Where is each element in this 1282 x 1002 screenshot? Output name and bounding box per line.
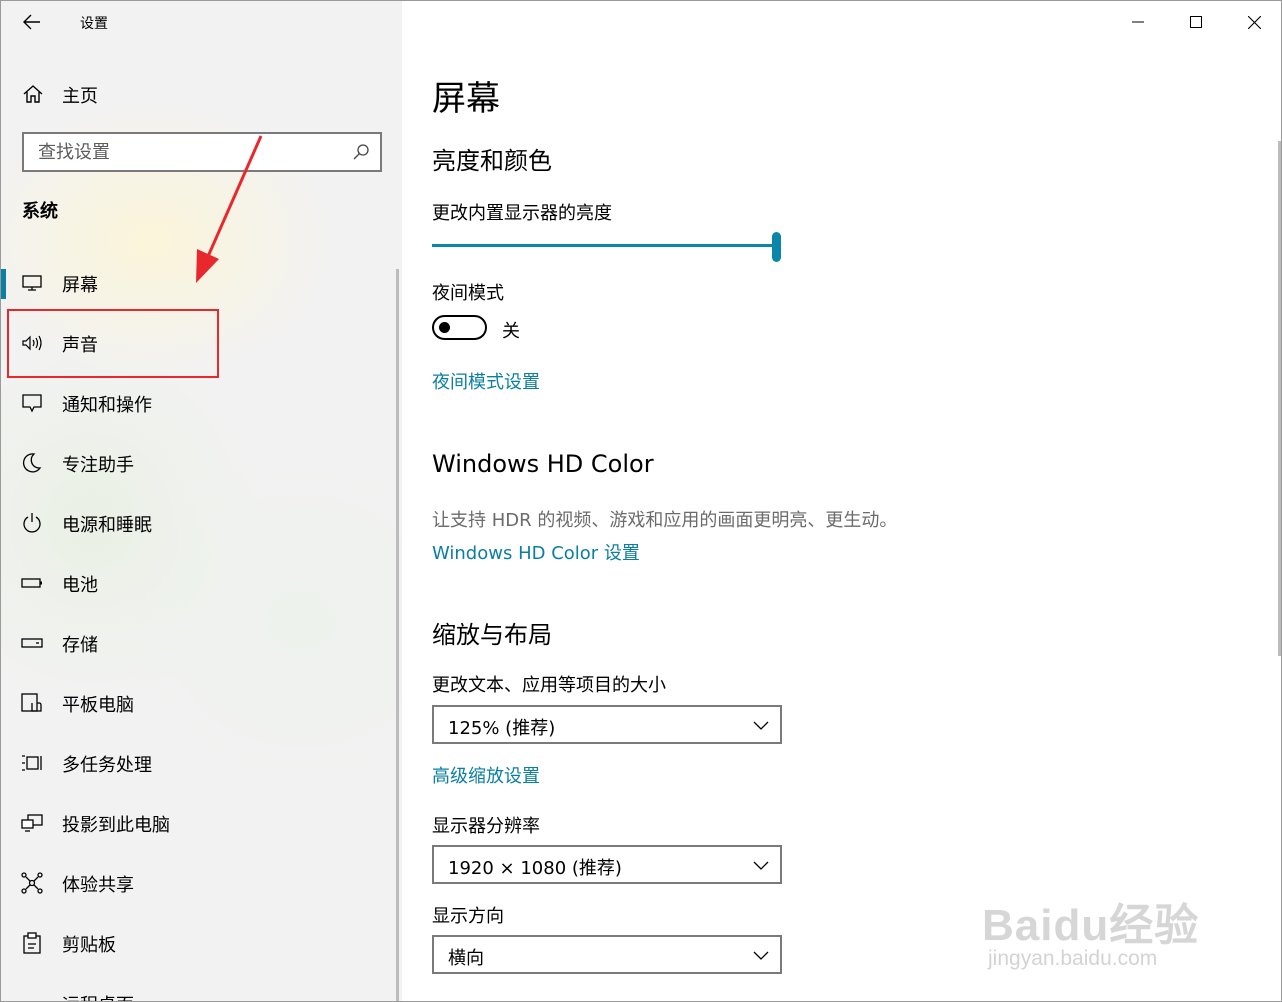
scale-dropdown[interactable]: 125% (推荐) (432, 705, 782, 744)
orientation-value: 横向 (448, 948, 484, 969)
brightness-slider[interactable] (432, 232, 782, 262)
close-button[interactable] (1225, 1, 1281, 43)
nav-item-label: 体验共享 (62, 875, 134, 896)
nav-item-label: 平板电脑 (62, 695, 134, 716)
resolution-dropdown[interactable]: 1920 × 1080 (推荐) (432, 845, 782, 884)
nav-item-label: 远程桌面 (62, 991, 134, 1001)
brightness-label: 更改内置显示器的亮度 (432, 203, 612, 224)
night-mode-state: 关 (502, 321, 520, 342)
night-mode-settings-link[interactable]: 夜间模式设置 (432, 368, 540, 394)
storage-icon (21, 638, 43, 648)
settings-window: 设置 主页 系统 屏幕 (0, 0, 1282, 1002)
power-icon (23, 513, 41, 533)
brightness-section-title: 亮度和颜色 (432, 147, 552, 175)
minimize-button[interactable] (1109, 1, 1167, 43)
nav-item-label: 通知和操作 (62, 395, 152, 416)
nav-item-label: 存储 (62, 635, 98, 656)
nav-item-notifications[interactable]: 通知和操作 (1, 373, 396, 433)
nav-item-power-sleep[interactable]: 电源和睡眠 (1, 493, 396, 553)
page-title: 屏幕 (432, 79, 500, 119)
monitor-icon (22, 275, 42, 291)
nav-item-tablet[interactable]: 平板电脑 (1, 673, 396, 733)
back-button[interactable] (15, 7, 49, 37)
annotation-arrow-icon (196, 135, 263, 283)
nav-item-shared-experiences[interactable]: 体验共享 (1, 853, 396, 913)
nav-item-label: 多任务处理 (62, 755, 152, 776)
scale-label: 更改文本、应用等项目的大小 (432, 675, 666, 696)
orientation-dropdown[interactable]: 横向 (432, 935, 782, 974)
tablet-icon (21, 693, 42, 712)
share-icon (21, 872, 43, 894)
annotation-highlight-box (7, 309, 219, 378)
main-content: 屏幕 亮度和颜色 更改内置显示器的亮度 夜间模式 关 夜间模式设置 Window… (402, 1, 1281, 1001)
brightness-slider-thumb[interactable] (772, 232, 781, 262)
app-title: 设置 (80, 16, 108, 32)
hdr-settings-link[interactable]: Windows HD Color 设置 (432, 539, 640, 565)
nav-item-clipboard[interactable]: 剪贴板 (1, 913, 396, 973)
section-title: 系统 (22, 201, 58, 222)
moon-icon (23, 453, 42, 473)
chevron-down-icon (753, 721, 769, 730)
title-bar: 设置 (1, 1, 402, 43)
hdr-description: 让支持 HDR 的视频、游戏和应用的画面更明亮、更生动。 (432, 510, 898, 531)
home-nav-item[interactable]: 主页 (1, 73, 402, 113)
project-icon (21, 814, 43, 832)
sidebar-scrollbar[interactable] (396, 269, 399, 1001)
maximize-icon (1190, 16, 1202, 28)
nav-item-focus-assist[interactable]: 专注助手 (1, 433, 396, 493)
brightness-slider-track (432, 244, 776, 247)
nav-item-label: 电源和睡眠 (62, 515, 152, 536)
multitask-icon (22, 755, 42, 771)
chevron-down-icon (753, 861, 769, 870)
scale-section-title: 缩放与布局 (432, 621, 552, 649)
night-mode-label: 夜间模式 (432, 283, 504, 304)
nav-item-battery[interactable]: 电池 (1, 553, 396, 613)
search-icon[interactable] (352, 143, 370, 161)
nav-item-label: 投影到此电脑 (62, 815, 170, 836)
resolution-label: 显示器分辨率 (432, 816, 540, 837)
clipboard-icon (23, 932, 41, 954)
advanced-scaling-link[interactable]: 高级缩放设置 (432, 762, 540, 788)
close-icon (1247, 15, 1261, 29)
nav-item-remote-desktop[interactable]: 远程桌面 (1, 973, 396, 1002)
nav-item-project[interactable]: 投影到此电脑 (1, 793, 396, 853)
hdr-section-title: Windows HD Color (432, 450, 654, 478)
orientation-label: 显示方向 (432, 906, 504, 927)
nav-item-storage[interactable]: 存储 (1, 613, 396, 673)
home-label: 主页 (62, 86, 98, 107)
nav-item-multitasking[interactable]: 多任务处理 (1, 733, 396, 793)
resolution-value: 1920 × 1080 (推荐) (448, 858, 622, 879)
battery-icon (21, 578, 42, 588)
nav-item-label: 专注助手 (62, 455, 134, 476)
nav-item-label: 剪贴板 (62, 935, 116, 956)
toggle-knob (439, 322, 450, 333)
main-scrollbar[interactable] (1278, 141, 1281, 656)
home-icon (23, 85, 43, 103)
minimize-icon (1132, 21, 1144, 23)
notification-icon (22, 394, 42, 413)
remote-desktop-icon (20, 991, 44, 1002)
window-controls (1109, 1, 1281, 43)
nav-item-label: 电池 (62, 575, 98, 596)
scale-value: 125% (推荐) (448, 718, 556, 739)
chevron-down-icon (753, 951, 769, 960)
maximize-button[interactable] (1167, 1, 1225, 43)
back-arrow-icon (23, 14, 40, 30)
nav-item-label: 屏幕 (62, 275, 98, 296)
night-mode-toggle[interactable] (432, 315, 487, 340)
sidebar: 设置 主页 系统 屏幕 (1, 1, 402, 1002)
